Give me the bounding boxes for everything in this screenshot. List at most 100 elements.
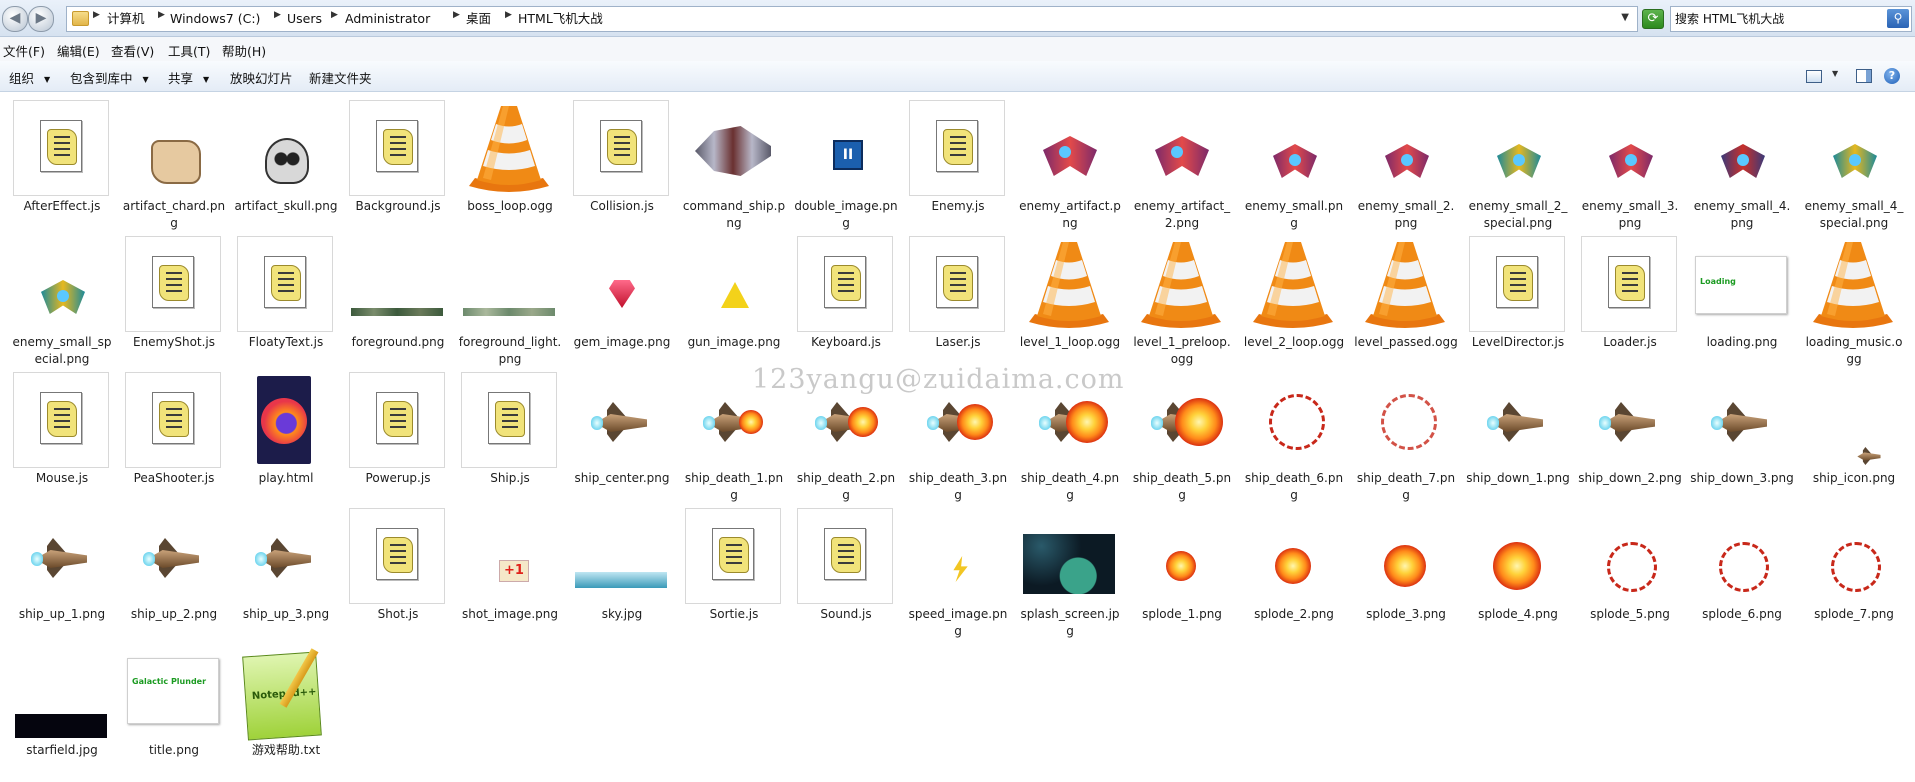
file-item[interactable]: artifact_chard.png — [122, 92, 228, 230]
file-item[interactable]: loading_music.ogg — [1802, 228, 1908, 366]
help-icon[interactable]: ? — [1884, 68, 1900, 84]
file-item[interactable]: +1 shot_image.png — [458, 500, 564, 632]
preview-pane-icon[interactable] — [1856, 69, 1872, 83]
file-item[interactable]: Loader.js — [1578, 228, 1684, 360]
breadcrumb-item-current-folder[interactable]: HTML飞机大战 — [518, 11, 603, 27]
breadcrumb[interactable]: ▶ 计算机 ▶ Windows7 (C:) ▶ Users ▶ Administ… — [66, 6, 1638, 32]
chevron-down-icon[interactable]: ▼ — [1621, 12, 1629, 23]
file-item[interactable]: speed_image.png — [906, 500, 1012, 638]
forward-button[interactable]: ▶ — [28, 6, 54, 32]
file-item[interactable]: splode_3.png — [1354, 500, 1460, 632]
file-item[interactable]: Sound.js — [794, 500, 900, 632]
file-item[interactable]: ship_center.png — [570, 364, 676, 496]
file-item[interactable]: level_passed.ogg — [1354, 228, 1460, 360]
file-item[interactable]: Sortie.js — [682, 500, 788, 632]
file-item[interactable]: gun_image.png — [682, 228, 788, 360]
change-view-icon[interactable] — [1806, 70, 1822, 83]
breadcrumb-item-computer[interactable]: 计算机 — [107, 11, 145, 27]
include-in-library-button[interactable]: 包含到库中 ▼ — [70, 68, 149, 87]
chevron-right-icon[interactable]: ▶ — [453, 10, 460, 20]
file-item[interactable]: splode_2.png — [1242, 500, 1348, 632]
file-item[interactable]: AfterEffect.js — [10, 92, 116, 224]
file-item[interactable]: ship_death_5.png — [1130, 364, 1236, 502]
file-item[interactable]: enemy_artifact.png — [1018, 92, 1124, 230]
back-button[interactable]: ◀ — [2, 6, 28, 32]
file-item[interactable]: play.html — [234, 364, 340, 496]
file-item[interactable]: ship_down_2.png — [1578, 364, 1684, 496]
menu-file[interactable]: 文件(F) — [3, 41, 45, 60]
chevron-right-icon[interactable]: ▶ — [274, 10, 281, 20]
file-item[interactable]: level_2_loop.ogg — [1242, 228, 1348, 360]
file-item[interactable]: enemy_small_4_special.png — [1802, 92, 1908, 230]
file-item[interactable]: enemy_small_2_special.png — [1466, 92, 1572, 230]
file-item[interactable]: splode_5.png — [1578, 500, 1684, 632]
search-icon[interactable]: ⚲ — [1887, 9, 1909, 28]
refresh-button[interactable]: ⟳ — [1642, 9, 1664, 29]
breadcrumb-item-drive[interactable]: Windows7 (C:) — [170, 11, 260, 27]
breadcrumb-item-desktop[interactable]: 桌面 — [466, 11, 491, 27]
file-item[interactable]: Collision.js — [570, 92, 676, 224]
file-item[interactable]: Ship.js — [458, 364, 564, 496]
file-item[interactable]: II double_image.png — [794, 92, 900, 230]
file-item[interactable]: sky.jpg — [570, 500, 676, 632]
file-item[interactable]: splode_4.png — [1466, 500, 1572, 632]
file-item[interactable]: enemy_small_3.png — [1578, 92, 1684, 230]
menu-help[interactable]: 帮助(H) — [222, 41, 266, 60]
file-item[interactable]: ship_up_1.png — [10, 500, 116, 632]
file-item[interactable]: Enemy.js — [906, 92, 1012, 224]
file-item[interactable]: enemy_small_4.png — [1690, 92, 1796, 230]
file-item[interactable]: LevelDirector.js — [1466, 228, 1572, 360]
file-item[interactable]: EnemyShot.js — [122, 228, 228, 360]
chevron-down-icon[interactable]: ▼ — [1832, 69, 1838, 78]
file-item[interactable]: enemy_small_special.png — [10, 228, 116, 366]
file-item[interactable]: level_1_loop.ogg — [1018, 228, 1124, 360]
file-item[interactable]: foreground.png — [346, 228, 452, 360]
file-item[interactable]: artifact_skull.png — [234, 92, 340, 224]
menu-view[interactable]: 查看(V) — [111, 41, 154, 60]
file-item[interactable]: foreground_light.png — [458, 228, 564, 366]
file-item[interactable]: enemy_artifact_2.png — [1130, 92, 1236, 230]
file-item[interactable]: ship_down_1.png — [1466, 364, 1572, 496]
file-item[interactable]: ship_down_3.png — [1690, 364, 1796, 496]
menu-edit[interactable]: 编辑(E) — [57, 41, 100, 60]
share-button[interactable]: 共享 ▼ — [168, 68, 209, 87]
file-item[interactable]: boss_loop.ogg — [458, 92, 564, 224]
file-item[interactable]: Galactic Plunder title.png — [122, 636, 228, 768]
file-item[interactable]: splode_1.png — [1130, 500, 1236, 632]
breadcrumb-item-users[interactable]: Users — [287, 11, 322, 27]
breadcrumb-item-administrator[interactable]: Administrator — [345, 11, 430, 27]
file-item[interactable]: splode_7.png — [1802, 500, 1908, 632]
file-item[interactable]: ship_icon.png — [1802, 364, 1908, 496]
file-item[interactable]: Loading loading.png — [1690, 228, 1796, 360]
file-item[interactable]: starfield.jpg — [10, 636, 116, 768]
file-item[interactable]: ship_up_2.png — [122, 500, 228, 632]
file-item[interactable]: Keyboard.js — [794, 228, 900, 360]
file-item[interactable]: command_ship.png — [682, 92, 788, 230]
file-item[interactable]: Laser.js — [906, 228, 1012, 360]
organize-button[interactable]: 组织 ▼ — [9, 68, 50, 87]
file-item[interactable]: ship_death_6.png — [1242, 364, 1348, 502]
file-item[interactable]: splash_screen.jpg — [1018, 500, 1124, 638]
file-item[interactable]: enemy_small.png — [1242, 92, 1348, 230]
file-item[interactable]: Notepad++ 游戏帮助.txt — [234, 636, 340, 768]
chevron-right-icon[interactable]: ▶ — [158, 10, 165, 20]
slideshow-button[interactable]: 放映幻灯片 — [230, 68, 293, 87]
file-item[interactable]: level_1_preloop.ogg — [1130, 228, 1236, 366]
file-item[interactable]: Mouse.js — [10, 364, 116, 496]
menu-tools[interactable]: 工具(T) — [168, 41, 210, 60]
new-folder-button[interactable]: 新建文件夹 — [309, 68, 372, 87]
file-item[interactable]: PeaShooter.js — [122, 364, 228, 496]
file-item[interactable]: gem_image.png — [570, 228, 676, 360]
file-item[interactable]: ship_up_3.png — [234, 500, 340, 632]
file-item[interactable]: Powerup.js — [346, 364, 452, 496]
file-item[interactable]: splode_6.png — [1690, 500, 1796, 632]
search-box[interactable]: ⚲ — [1670, 6, 1912, 32]
chevron-right-icon[interactable]: ▶ — [331, 10, 338, 20]
file-item[interactable]: Shot.js — [346, 500, 452, 632]
file-item[interactable]: enemy_small_2.png — [1354, 92, 1460, 230]
chevron-right-icon[interactable]: ▶ — [93, 10, 100, 20]
file-item[interactable]: FloatyText.js — [234, 228, 340, 360]
chevron-right-icon[interactable]: ▶ — [505, 10, 512, 20]
file-item[interactable]: Background.js — [346, 92, 452, 224]
file-item[interactable]: ship_death_7.png — [1354, 364, 1460, 502]
